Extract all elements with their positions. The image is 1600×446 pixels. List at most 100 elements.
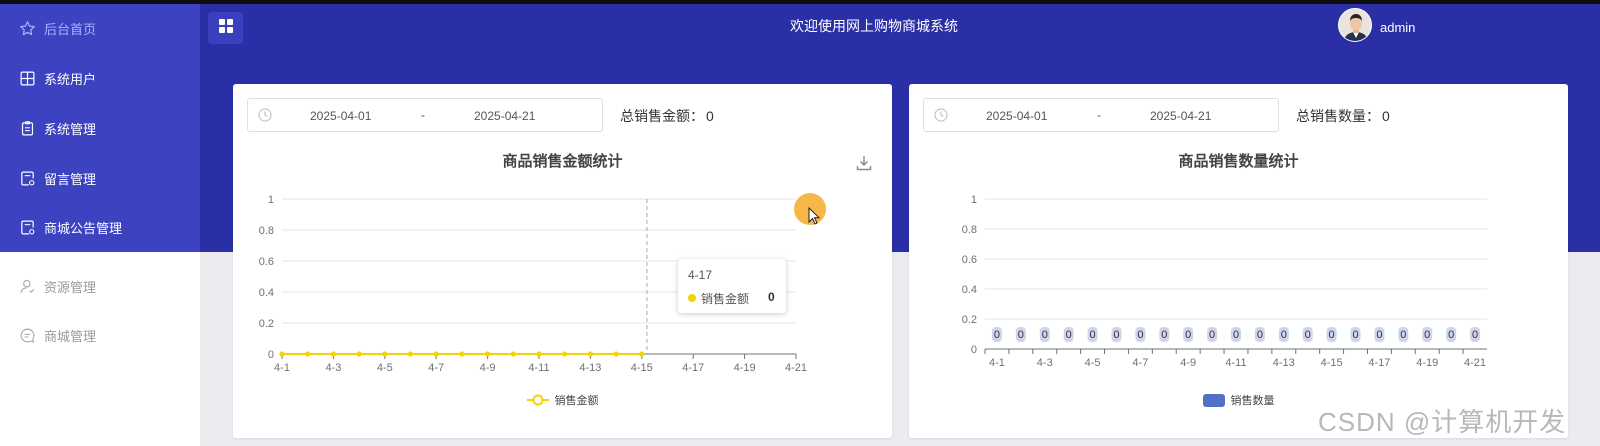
avatar[interactable] <box>1338 8 1372 42</box>
x-tick-label: 4-13 <box>1273 357 1295 369</box>
y-tick-label: 0.4 <box>962 284 977 296</box>
data-point <box>459 351 465 357</box>
y-tick-label: 0.2 <box>962 314 977 326</box>
x-tick-label: 4-15 <box>1321 357 1343 369</box>
x-tick-label: 4-11 <box>1225 357 1246 369</box>
y-tick-label: 0 <box>268 349 274 361</box>
sidebar-item-system-users[interactable]: 系统用户 <box>0 54 200 102</box>
page-title: 欢迎使用网上购物商城系统 <box>790 18 958 34</box>
data-point <box>536 351 542 357</box>
x-tick-label: 4-17 <box>682 362 704 374</box>
sidebar-item-label: 系统管理 <box>44 121 97 137</box>
data-label: 0 <box>1185 329 1191 341</box>
tooltip-series-marker <box>688 294 696 302</box>
data-label: 0 <box>1400 329 1406 341</box>
data-point <box>485 351 491 357</box>
data-point <box>613 351 619 357</box>
y-tick-label: 0.6 <box>962 254 977 266</box>
tooltip-date: 4-17 <box>688 268 713 282</box>
x-tick-label: 4-13 <box>579 362 601 374</box>
x-tick-label: 4-21 <box>785 362 807 374</box>
y-tick-label: 0.6 <box>259 256 274 268</box>
legend-label: 销售金额 <box>554 395 599 407</box>
star-icon <box>18 19 36 37</box>
data-label: 0 <box>1090 329 1096 341</box>
data-label: 0 <box>1113 329 1119 341</box>
data-label: 0 <box>1257 329 1263 341</box>
data-label: 0 <box>1305 329 1311 341</box>
data-label: 0 <box>1376 329 1382 341</box>
data-label: 0 <box>1352 329 1358 341</box>
data-point <box>279 351 285 357</box>
y-tick-label: 0 <box>971 344 977 356</box>
clipboard-icon <box>18 119 36 137</box>
data-label: 0 <box>1018 329 1024 341</box>
data-point <box>562 351 568 357</box>
data-label: 0 <box>1424 329 1430 341</box>
legend-bar-marker <box>1202 393 1225 407</box>
x-tick-label: 4-9 <box>480 362 496 374</box>
sales-count-bar-chart: 0 0.2 0.4 0.6 0.8 1 4-1 4-3 4-5 4-7 4-9 4-11 4-13 4-1… <box>962 194 1487 369</box>
legend-line-marker <box>526 394 549 406</box>
x-tick-label: 4-3 <box>325 362 341 374</box>
sidebar-item-resource-management[interactable]: 资源管理 <box>0 262 200 310</box>
sales-amount-line-chart: 0 0.2 0.4 0.6 0.8 1 4-1 4-3 4-5 4-7 4-9 4-11 4-13 4-1… <box>259 194 807 374</box>
y-tick-label: 1 <box>971 194 977 206</box>
chart-tooltip: 4-17 销售金额 0 <box>678 259 786 313</box>
y-tick-label: 0.8 <box>259 225 274 237</box>
x-tick-label: 4-1 <box>274 362 290 374</box>
data-point <box>639 351 645 357</box>
data-label: 0 <box>994 329 1000 341</box>
data-point <box>433 351 439 357</box>
sidebar-item-system-management[interactable]: 系统管理 <box>0 104 200 152</box>
x-tick-label: 4-3 <box>1037 357 1053 369</box>
data-label: 0 <box>1209 329 1215 341</box>
x-tick-label: 4-7 <box>428 362 444 374</box>
user-icon <box>18 277 36 295</box>
menu-toggle-button[interactable] <box>208 12 243 44</box>
data-label: 0 <box>1448 329 1454 341</box>
data-point <box>587 351 593 357</box>
x-tick-label: 4-15 <box>631 362 653 374</box>
document-gear-icon <box>18 218 36 236</box>
watermark: CSDN @计算机开发 <box>1318 407 1567 437</box>
x-tick-label: 4-5 <box>377 362 393 374</box>
sidebar-item-message-management[interactable]: 留言管理 <box>0 154 200 202</box>
x-tick-label: 4-9 <box>1180 357 1196 369</box>
chat-icon <box>18 326 36 344</box>
data-point <box>510 351 516 357</box>
data-label: 0 <box>1137 329 1143 341</box>
sidebar-item-mall-management[interactable]: 商城管理 <box>0 311 200 359</box>
chart-legend[interactable]: 销售金额 <box>233 392 892 408</box>
y-tick-label: 1 <box>268 194 274 206</box>
grid-menu-icon <box>218 18 233 38</box>
data-point <box>330 351 336 357</box>
sidebar-item-notice-management[interactable]: 商城公告管理 <box>0 203 200 251</box>
x-tick-label: 4-19 <box>734 362 756 374</box>
x-tick-label: 4-5 <box>1085 357 1101 369</box>
y-tick-label: 0.8 <box>962 224 977 236</box>
data-label: 0 <box>1281 329 1287 341</box>
sidebar-item-home[interactable]: 后台首页 <box>0 4 200 52</box>
x-tick-label: 4-7 <box>1132 357 1148 369</box>
x-tick-label: 4-19 <box>1416 357 1438 369</box>
data-point <box>382 351 388 357</box>
data-label: 0 <box>1161 329 1167 341</box>
x-tick-label: 4-11 <box>528 362 549 374</box>
data-label: 0 <box>1472 329 1478 341</box>
mouse-pointer-icon <box>808 206 821 230</box>
username[interactable]: admin <box>1380 20 1415 35</box>
data-label: 0 <box>1042 329 1048 341</box>
document-gear-icon <box>18 169 36 187</box>
data-label: 0 <box>1329 329 1335 341</box>
data-point <box>305 351 311 357</box>
y-tick-label: 0.4 <box>259 287 274 299</box>
data-point <box>356 351 362 357</box>
sales-amount-card: 2025-04-01 - 2025-04-21 总销售金额： 0 商品销售金额统计… <box>233 84 892 438</box>
sales-count-card: 2025-04-01 - 2025-04-21 总销售数量： 0 商品销售数量统计… <box>909 84 1568 438</box>
data-point <box>407 351 414 357</box>
x-tick-label: 4-1 <box>989 357 1005 369</box>
y-tick-label: 0.2 <box>259 318 274 330</box>
sidebar-item-label: 系统用户 <box>44 71 97 87</box>
legend-label: 销售数量 <box>1230 395 1275 407</box>
